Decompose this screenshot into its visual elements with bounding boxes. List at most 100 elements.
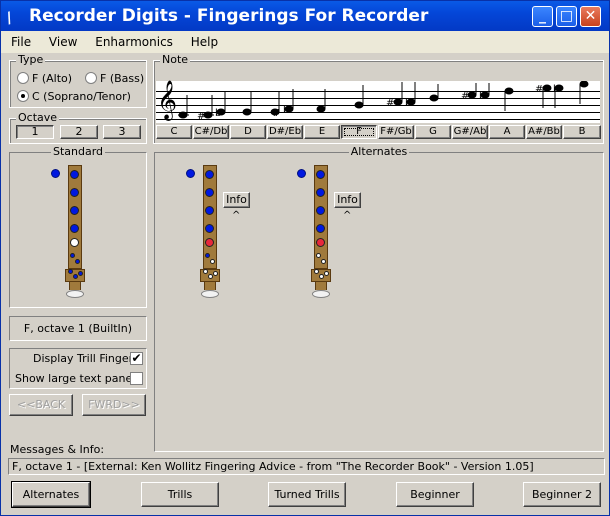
note-button-a[interactable]: A: [489, 125, 525, 139]
alternate-1-info-button[interactable]: Info: [223, 192, 250, 208]
close-icon: ✕: [584, 8, 597, 24]
caret-icon: ^: [232, 210, 241, 221]
type-radio-alto[interactable]: F (Alto): [17, 72, 72, 85]
foot-hole: [314, 269, 319, 274]
foot-hole: [78, 271, 83, 276]
standard-panel-label: Standard: [50, 145, 106, 158]
finger-half-hole: [75, 259, 80, 264]
accidental: b: [405, 98, 411, 109]
note-button-b[interactable]: B: [563, 125, 601, 139]
finger-half-hole-open: [210, 259, 215, 264]
fingering-name-display: F, octave 1 (BuiltIn): [9, 316, 147, 341]
menu-bar: File View Enharmonics Help: [1, 31, 609, 53]
minimize-button[interactable]: _: [532, 6, 553, 27]
recorder-app-icon: /: [3, 8, 15, 28]
caret-icon: ^: [343, 210, 352, 221]
note-head: [354, 101, 364, 109]
type-radio-bass[interactable]: F (Bass): [85, 72, 144, 85]
foot-hole: [68, 269, 73, 274]
type-group-label: Type: [16, 53, 46, 66]
recorder-base: [312, 290, 330, 298]
standard-recorder-diagram: [65, 165, 85, 301]
music-staff[interactable]: 𝄞 # b # b # b # b # b: [156, 80, 600, 123]
finger-hole-closed: [316, 206, 325, 215]
finger-half-hole-open: [321, 259, 326, 264]
standard-panel: Standard: [9, 145, 147, 308]
note-head: [429, 94, 439, 102]
finger-hole-closed: [70, 188, 79, 197]
messages-label: Messages & Info:: [10, 443, 105, 456]
finger-hole-closed: [70, 170, 79, 179]
accidental: #: [461, 91, 469, 102]
note-button-f[interactable]: F: [341, 125, 377, 139]
close-button[interactable]: ✕: [580, 6, 601, 27]
note-head: [393, 98, 403, 106]
accidental: b: [215, 108, 221, 119]
alternate-recorder-diagram: [200, 165, 220, 301]
note-button-d[interactable]: D: [230, 125, 266, 139]
finger-hole-trill: [205, 238, 214, 247]
back-button[interactable]: <<BACK: [9, 394, 73, 416]
menu-help[interactable]: Help: [185, 31, 224, 53]
options-panel: Display Trill Fingers ✔ Show large text …: [9, 348, 147, 389]
alternate-2-info-button[interactable]: Info: [334, 192, 361, 208]
finger-hole-closed: [205, 188, 214, 197]
note-button-g[interactable]: G: [415, 125, 451, 139]
note-button-e[interactable]: E: [304, 125, 340, 139]
menu-file[interactable]: File: [5, 31, 37, 53]
recorder-base: [201, 290, 219, 298]
recorder-bell: [315, 282, 327, 290]
note-head: [542, 84, 552, 92]
accidental: b: [283, 105, 289, 116]
recorder-bell: [69, 282, 81, 290]
thumb-hole: [297, 169, 306, 178]
finger-hole-closed: [316, 188, 325, 197]
finger-hole-closed: [205, 206, 214, 215]
octave-3-button[interactable]: 3: [103, 125, 141, 139]
type-radio-soprano[interactable]: C (Soprano/Tenor): [17, 90, 131, 103]
staff-notes: # b # b # b # b # b: [178, 81, 589, 122]
finger-hole-closed: [205, 170, 214, 179]
octave-2-button[interactable]: 2: [60, 125, 98, 139]
trills-button[interactable]: Trills: [141, 482, 219, 507]
check-icon: ✔: [131, 351, 142, 365]
finger-hole-trill: [316, 238, 325, 247]
window-title: Recorder Digits - Fingerings For Recorde…: [29, 6, 429, 26]
finger-hole-closed: [316, 224, 325, 233]
recorder-bell: [204, 282, 216, 290]
beginner-button[interactable]: Beginner: [396, 482, 474, 507]
beginner-2-button[interactable]: Beginner 2: [523, 482, 601, 507]
title-bar[interactable]: / Recorder Digits - Fingerings For Recor…: [1, 1, 609, 31]
forward-button[interactable]: FWRD>>: [82, 394, 146, 416]
note-button-gsharp[interactable]: G#/Ab: [452, 125, 488, 139]
note-head: [242, 108, 252, 116]
display-trill-checkbox[interactable]: ✔: [130, 352, 143, 365]
accidental: #: [197, 111, 205, 122]
note-head: [316, 105, 326, 113]
messages-text: F, octave 1 - [External: Ken Wollitz Fin…: [8, 458, 605, 475]
foot-hole: [213, 271, 218, 276]
maximize-button[interactable]: □: [556, 6, 577, 27]
finger-hole-closed: [70, 224, 79, 233]
note-head: [504, 87, 514, 95]
foot-hole: [324, 271, 329, 276]
menu-enharmonics[interactable]: Enharmonics: [89, 31, 179, 53]
alternates-button[interactable]: Alternates: [11, 481, 91, 508]
menu-view[interactable]: View: [43, 31, 83, 53]
display-trill-label: Display Trill Fingers: [33, 352, 139, 365]
turned-trills-button[interactable]: Turned Trills: [268, 482, 346, 507]
note-button-c[interactable]: C: [156, 125, 192, 139]
note-button-fsharp[interactable]: F#/Gb: [378, 125, 414, 139]
finger-hole-closed: [205, 224, 214, 233]
octave-1-button[interactable]: 1: [16, 125, 54, 139]
alternate-recorder-diagram: [311, 165, 331, 301]
finger-half-hole-open: [316, 253, 321, 258]
radio-indicator-selected: [17, 90, 29, 102]
note-button-asharp[interactable]: A#/Bb: [526, 125, 562, 139]
show-large-text-checkbox[interactable]: [130, 372, 143, 385]
accidental: #: [535, 84, 543, 95]
note-button-csharp[interactable]: C#/Db: [193, 125, 229, 139]
note-button-dsharp[interactable]: D#/Eb: [267, 125, 303, 139]
foot-hole: [73, 274, 78, 279]
finger-hole-closed: [316, 170, 325, 179]
